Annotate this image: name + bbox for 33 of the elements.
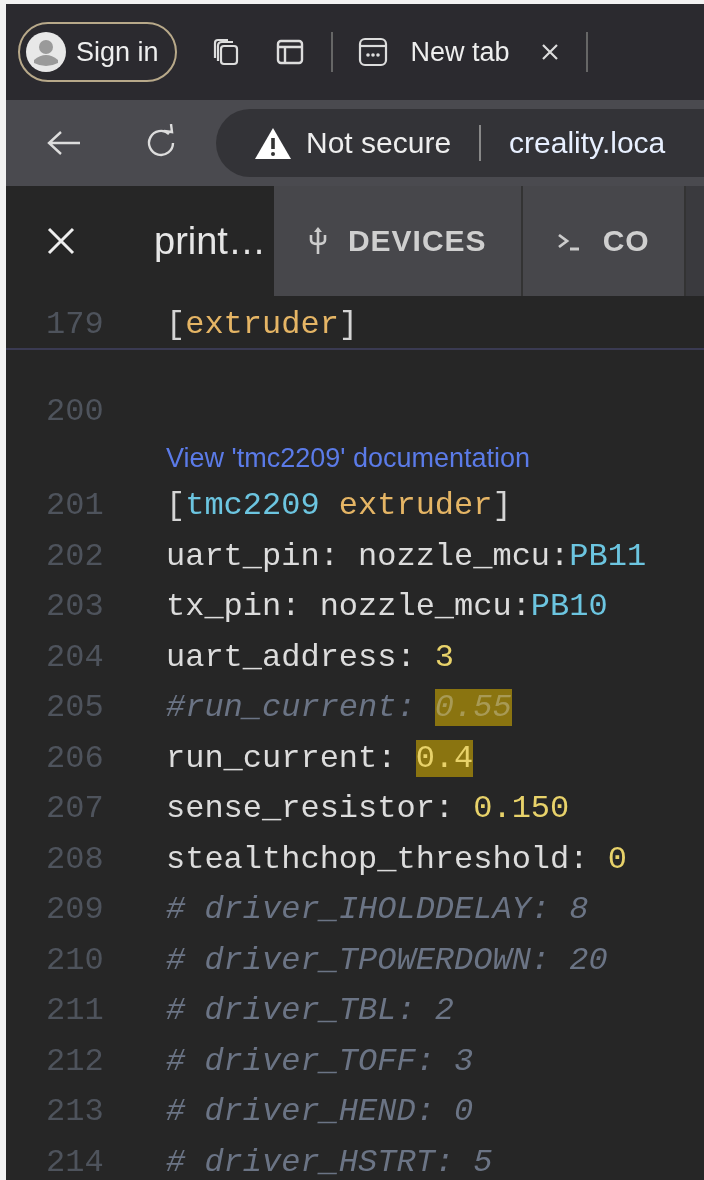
- code-line: uart_pin: nozzle_mcu:PB11: [166, 537, 647, 575]
- close-icon[interactable]: [46, 226, 76, 256]
- documentation-link[interactable]: View 'tmc2209' documentation: [166, 443, 531, 474]
- code-line: # driver_HSTRT: 5: [166, 1143, 493, 1180]
- code-line: # driver_TOFF: 3: [166, 1042, 474, 1080]
- address-field[interactable]: Not secure creality.loca: [216, 109, 704, 177]
- usb-icon: [307, 226, 328, 256]
- url-text: creality.loca: [509, 126, 666, 160]
- code-line: #run_current: 0.55: [166, 689, 512, 727]
- sign-in-button[interactable]: Sign in: [18, 22, 177, 82]
- code-line: [tmc2209 extruder]: [166, 487, 512, 525]
- sidebar-icon: [274, 37, 305, 67]
- security-label: Not secure: [306, 126, 452, 160]
- code-line: stealthchop_threshold: 0: [166, 840, 627, 878]
- code-line: # driver_TPOWERDOWN: 20: [166, 941, 608, 979]
- app-tab[interactable]: DEVICES: [273, 186, 523, 296]
- code-line: # driver_HEND: 0: [166, 1093, 474, 1131]
- warning-icon: [254, 126, 292, 160]
- app-tab[interactable]: CO: [522, 186, 686, 296]
- code-line: [extruder]: [166, 305, 359, 343]
- code-line: uart_address: 3: [166, 638, 455, 676]
- code-line: tx_pin: nozzle_mcu:PB10: [166, 588, 608, 626]
- browser-tab[interactable]: New tab: [356, 36, 560, 68]
- page-icon: [356, 36, 389, 68]
- code-line: # driver_TBL: 2: [166, 992, 455, 1030]
- avatar-icon: [26, 32, 66, 72]
- tab-title: New tab: [410, 36, 510, 68]
- code-line: # driver_IHOLDDELAY: 8: [166, 891, 589, 929]
- code-line: run_current: 0.4: [166, 739, 474, 777]
- code-line: sense_resistor: 0.150: [166, 790, 570, 828]
- app-tab[interactable]: print…: [6, 186, 274, 296]
- close-icon[interactable]: [539, 42, 560, 62]
- sidebar-button[interactable]: [274, 37, 305, 67]
